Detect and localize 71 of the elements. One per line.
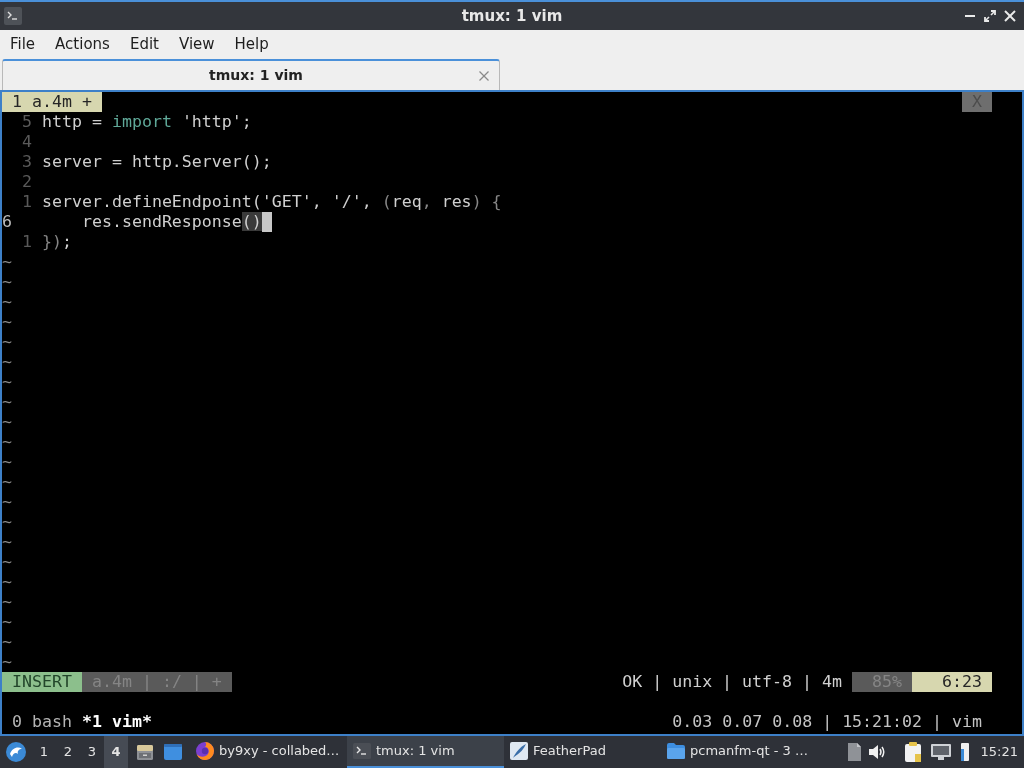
folder-icon <box>667 743 685 759</box>
code-line: res.sendResponse() <box>80 212 262 232</box>
clock[interactable]: 15:21 <box>980 742 1018 762</box>
window-title: tmux: 1 vim <box>461 7 563 25</box>
empty-line-marker: ~ <box>2 652 12 672</box>
terminal-icon <box>4 7 22 25</box>
empty-line-marker: ~ <box>2 252 12 272</box>
desktop-switch-button[interactable]: 4 <box>104 736 128 768</box>
monitor-icon[interactable] <box>930 744 951 760</box>
globe-icon <box>196 742 214 760</box>
taskbar-task-button[interactable]: by9xy - collabed… <box>190 736 347 768</box>
line-number: 6 <box>2 212 13 232</box>
menu-item[interactable]: View <box>168 32 225 55</box>
empty-line-marker: ~ <box>2 572 12 592</box>
logo-icon[interactable] <box>6 742 26 762</box>
empty-line-marker: ~ <box>2 492 12 512</box>
empty-line-marker: ~ <box>2 512 12 532</box>
code-line: server.defineEndpoint('GET', '/', (req, res) { <box>42 192 502 212</box>
speaker-icon[interactable] <box>868 744 885 760</box>
drawer-icon[interactable] <box>136 743 154 761</box>
tab-title: tmux: 1 vim <box>208 66 304 85</box>
vim-tab[interactable]: 1 a.4m + <box>2 92 102 112</box>
tmux-window-label: *1 vim* <box>81 712 152 732</box>
empty-line-marker: ~ <box>2 372 12 392</box>
taskbar-task-button[interactable]: FeatherPad <box>504 736 661 768</box>
taskbar-task-button[interactable]: pcmanfm-qt - 3 … <box>661 736 818 768</box>
battery-icon[interactable] <box>960 743 969 761</box>
taskbar-task-button[interactable]: tmux: 1 vim <box>347 736 504 768</box>
cursor-position: 6:23 <box>912 672 992 692</box>
terminal-tab[interactable]: tmux: 1 vim <box>2 59 500 90</box>
desktop-switch-button[interactable]: 2 <box>56 736 80 768</box>
line-number: 1 <box>21 192 33 212</box>
empty-line-marker: ~ <box>2 332 12 352</box>
empty-line-marker: ~ <box>2 612 12 632</box>
empty-line-marker: ~ <box>2 272 12 292</box>
line-number: 1 <box>21 232 33 252</box>
empty-line-marker: ~ <box>2 592 12 612</box>
tmux-status-info: 0.03 0.07 0.08 | 15:21:02 | vim <box>672 712 982 732</box>
line-number: 2 <box>21 172 33 192</box>
empty-line-marker: ~ <box>2 352 12 372</box>
line-number: 5 <box>21 112 33 132</box>
code-line: }); <box>42 232 72 252</box>
mode-indicator: INSERT <box>2 672 82 692</box>
line-number: 3 <box>21 152 33 172</box>
feather-icon <box>510 742 528 760</box>
empty-line-marker: ~ <box>2 532 12 552</box>
line-number: 4 <box>21 132 33 152</box>
file-format-info: OK | unix | utf-8 | 4m <box>622 672 842 692</box>
code-line: http = import 'http'; <box>42 112 252 132</box>
terminal-icon <box>353 743 371 759</box>
code-line: server = http.Server(); <box>42 152 272 172</box>
empty-line-marker: ~ <box>2 392 12 412</box>
empty-line-marker: ~ <box>2 452 12 472</box>
empty-line-marker: ~ <box>2 292 12 312</box>
text-cursor-icon <box>261 212 272 232</box>
desktop-switch-button[interactable]: 3 <box>80 736 104 768</box>
empty-line-marker: ~ <box>2 412 12 432</box>
empty-line-marker: ~ <box>2 552 12 572</box>
desktop-switch-button[interactable]: 1 <box>32 736 56 768</box>
empty-line-marker: ~ <box>2 432 12 452</box>
menu-item[interactable]: Help <box>224 32 279 55</box>
empty-line-marker: ~ <box>2 312 12 332</box>
clipboard-icon[interactable] <box>904 742 921 762</box>
document-icon[interactable] <box>847 743 861 761</box>
empty-line-marker: ~ <box>2 472 12 492</box>
tmux-window-label: 0 bash <box>12 712 72 732</box>
menu-item[interactable]: Edit <box>119 32 169 55</box>
empty-line-marker: ~ <box>2 632 12 652</box>
maximize-icon[interactable] <box>984 10 996 22</box>
menu-item[interactable]: File <box>0 32 46 55</box>
menu-item[interactable]: Actions <box>45 32 120 55</box>
